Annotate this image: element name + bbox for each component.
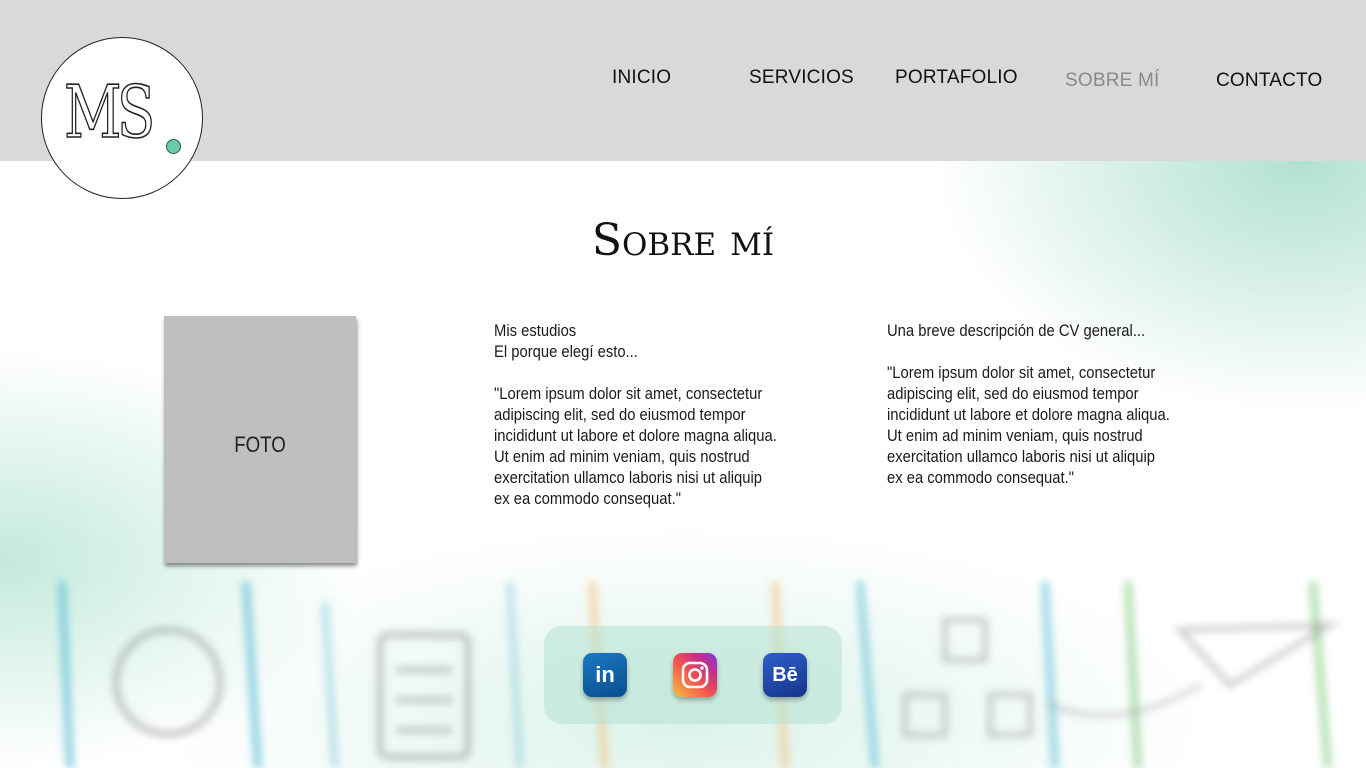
linkedin-icon[interactable]: in [583, 653, 627, 697]
about-column-studies: Mis estudios El porque elegí esto... "Lo… [494, 321, 777, 508]
logo[interactable]: MS [41, 37, 203, 199]
logo-dot [166, 139, 181, 154]
nav-item-inicio[interactable]: INICIO [612, 67, 671, 89]
photo-placeholder: FOTO [164, 316, 356, 563]
nav-item-servicios[interactable]: SERVICIOS [749, 67, 854, 89]
instagram-icon[interactable] [673, 653, 717, 697]
photo-label: FOTO [234, 432, 286, 457]
nav-item-sobre-mi[interactable]: SOBRE MÍ [1065, 70, 1160, 92]
header-bar [0, 0, 1366, 161]
page-title: Sobre mí [591, 215, 775, 266]
linkedin-glyph: in [595, 662, 615, 687]
nav-item-portafolio[interactable]: PORTAFOLIO [895, 67, 1018, 89]
logo-text: MS [63, 70, 156, 154]
behance-icon[interactable]: Bē [763, 653, 807, 697]
behance-glyph: Bē [772, 663, 798, 686]
nav-item-contacto[interactable]: CONTACTO [1216, 70, 1322, 92]
about-column-cv: Una breve descripción de CV general... "… [887, 321, 1170, 487]
instagram-glyph [681, 661, 709, 689]
